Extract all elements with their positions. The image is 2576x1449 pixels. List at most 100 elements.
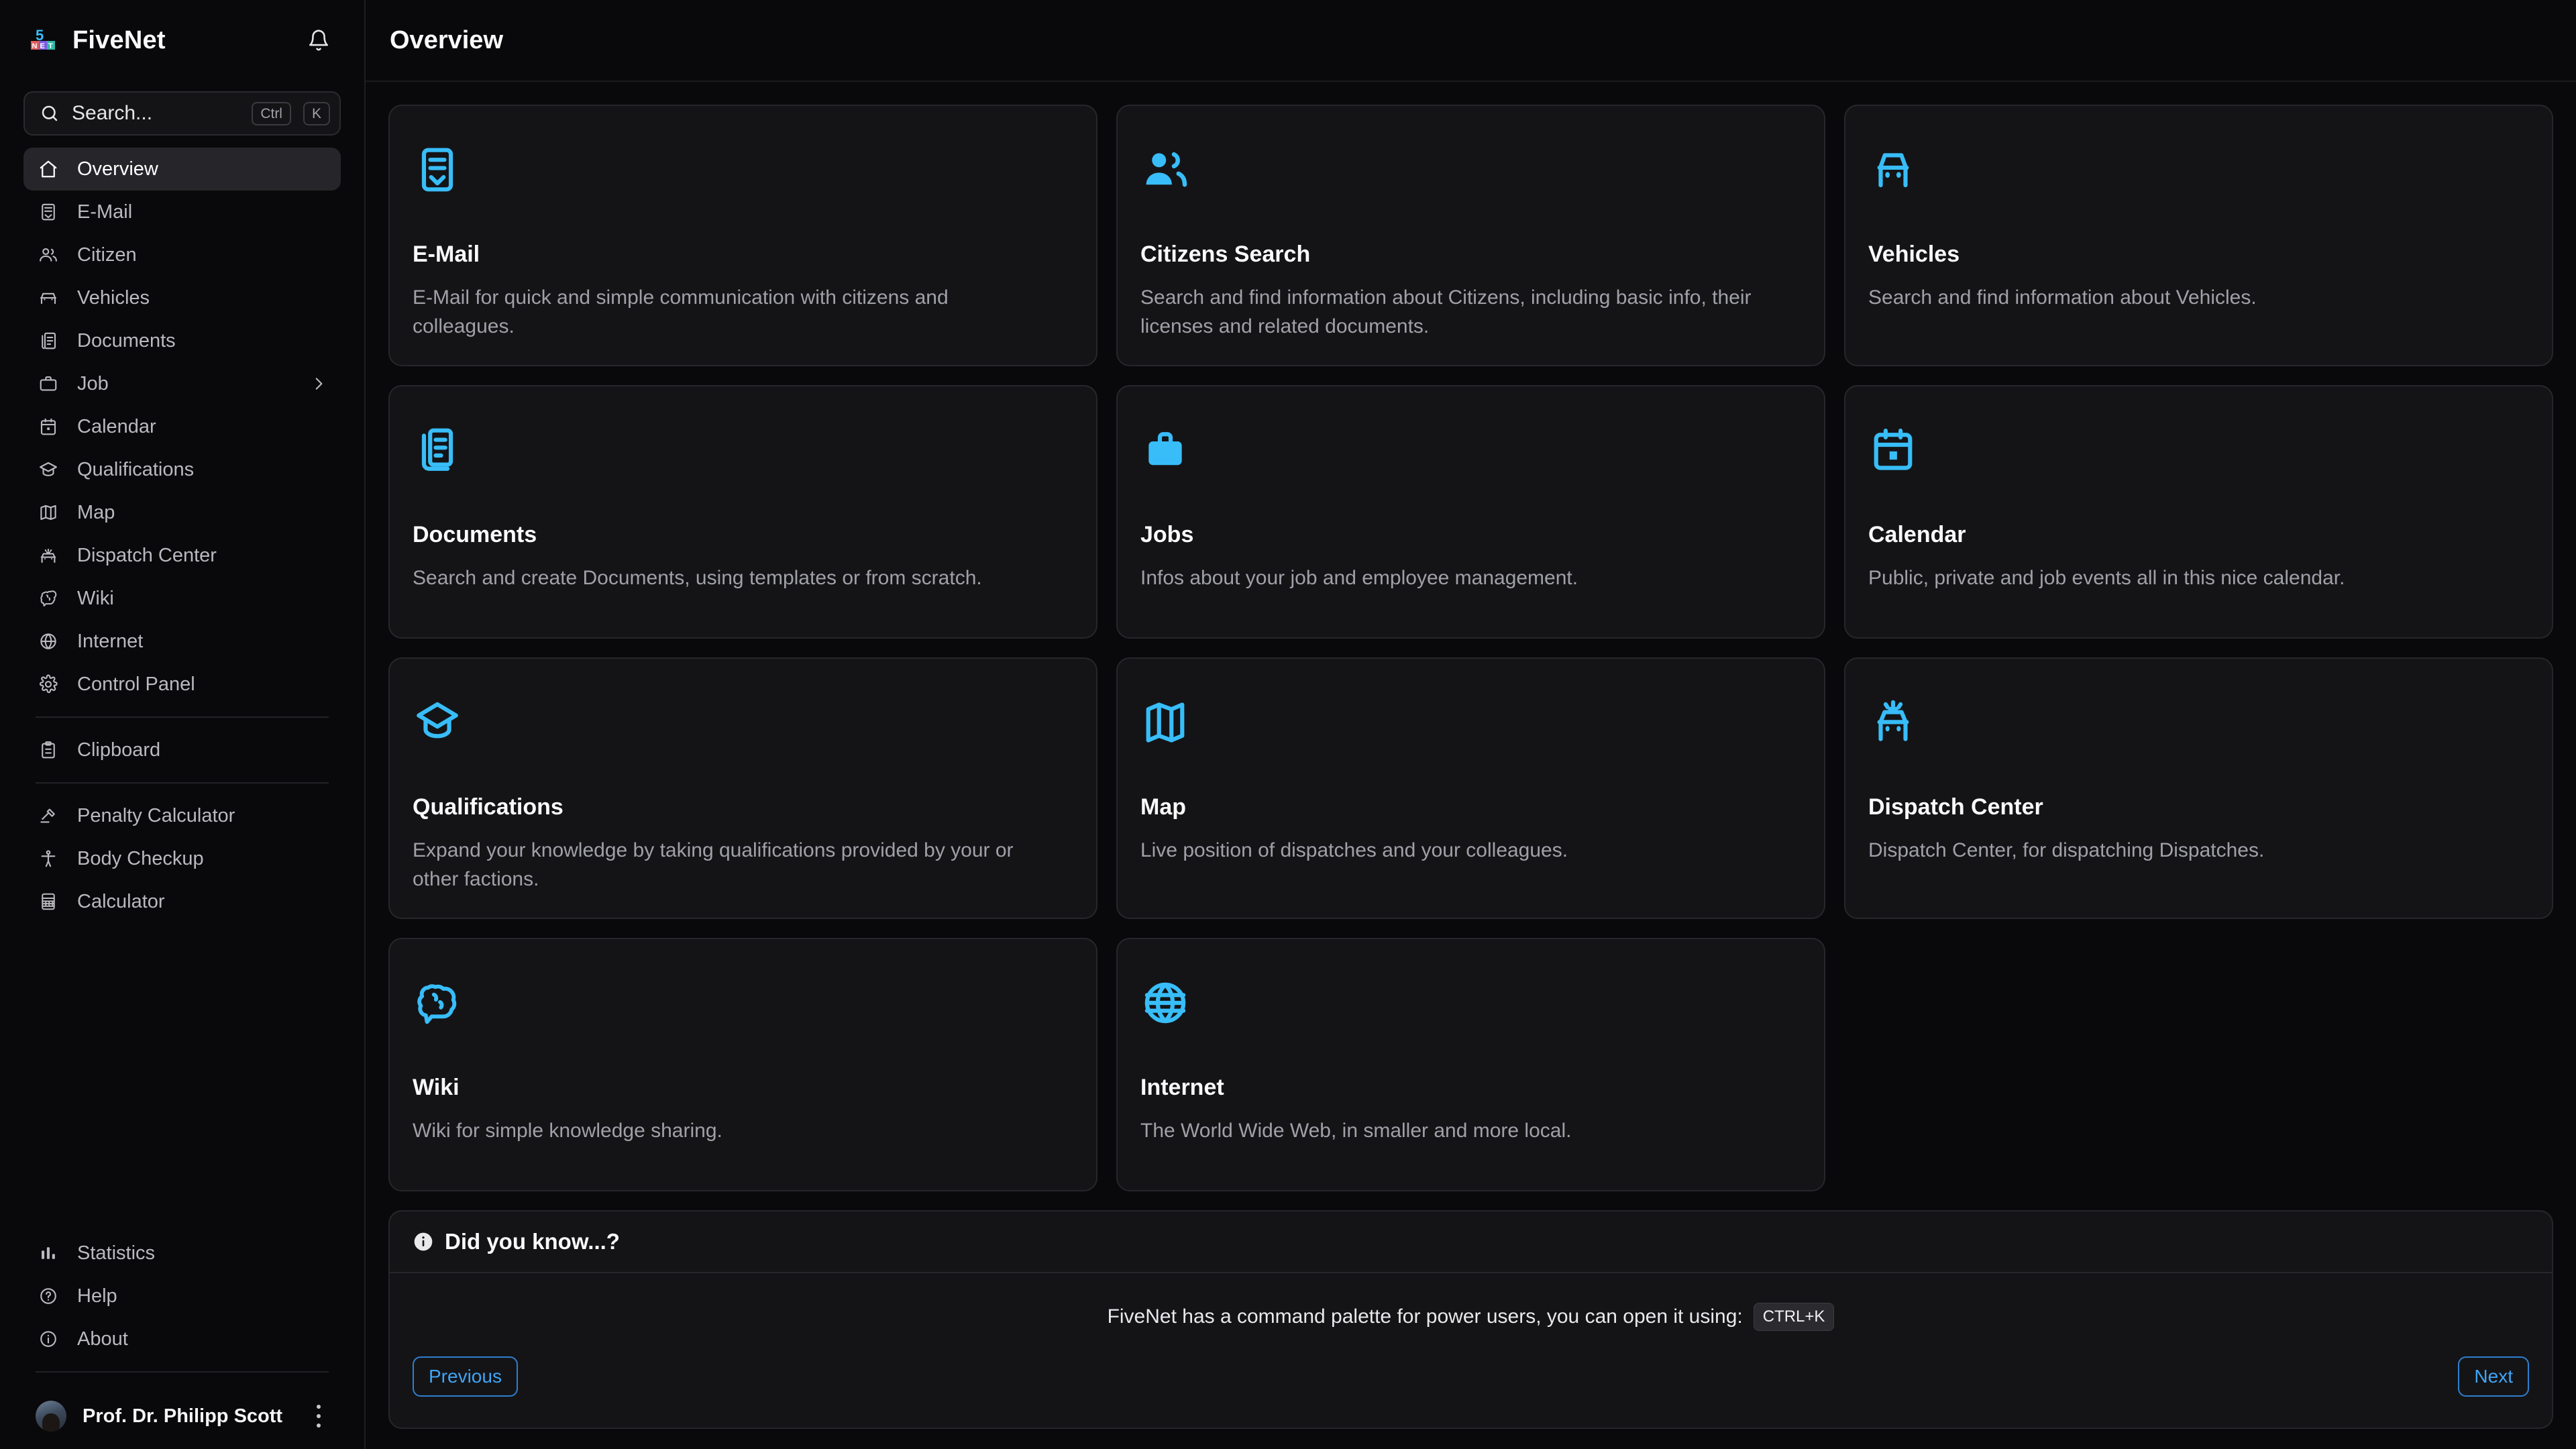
user-name: Prof. Dr. Philipp Scott: [83, 1405, 282, 1428]
home-icon: [36, 156, 61, 182]
sidebar-item-dispatch-center[interactable]: Dispatch Center: [23, 534, 341, 577]
chevron-right-icon[interactable]: [309, 374, 329, 394]
card-e-mail[interactable]: E-Mail E-Mail for quick and simple commu…: [388, 105, 1097, 366]
card-title: Map: [1140, 794, 1801, 820]
brain-icon: [413, 978, 462, 1028]
sidebar-item-help[interactable]: Help: [23, 1275, 341, 1318]
map-icon: [36, 500, 61, 525]
mail-icon: [36, 199, 61, 225]
sidebar-item-wiki[interactable]: Wiki: [23, 577, 341, 620]
sidebar-item-job[interactable]: Job: [23, 362, 341, 405]
user-profile[interactable]: Prof. Dr. Philipp Scott: [0, 1383, 364, 1449]
sidebar-item-label: Help: [77, 1285, 117, 1307]
sidebar-item-statistics[interactable]: Statistics: [23, 1232, 341, 1275]
sidebar-divider-3: [36, 1371, 329, 1373]
overview-content: E-Mail E-Mail for quick and simple commu…: [366, 82, 2576, 1429]
sidebar-item-label: Statistics: [77, 1242, 155, 1265]
sidebar-item-calendar[interactable]: Calendar: [23, 405, 341, 448]
sidebar-item-vehicles[interactable]: Vehicles: [23, 276, 341, 319]
card-description: Live position of dispatches and your col…: [1140, 837, 1775, 865]
body-icon: [36, 846, 61, 871]
sidebar-divider-2: [36, 782, 329, 784]
mail-icon: [413, 145, 462, 195]
car-icon: [1868, 145, 1918, 195]
sidebar-item-label: About: [77, 1328, 128, 1350]
card-citizens-search[interactable]: Citizens Search Search and find informat…: [1116, 105, 1825, 366]
card-jobs[interactable]: Jobs Infos about your job and employee m…: [1116, 385, 1825, 639]
page-header: Overview: [366, 0, 2576, 82]
sidebar-item-label: Wiki: [77, 588, 114, 610]
sidebar-divider-1: [36, 716, 329, 718]
card-title: Calendar: [1868, 522, 2529, 548]
card-title: Dispatch Center: [1868, 794, 2529, 820]
did-you-know-title: Did you know...?: [445, 1229, 620, 1254]
briefcase-icon: [1140, 425, 1190, 475]
sidebar-item-label: Clipboard: [77, 739, 160, 761]
svg-text:T: T: [48, 42, 53, 50]
sidebar-item-label: E-Mail: [77, 201, 132, 223]
sidebar-nav-tools: Penalty Calculator Body Checkup Calculat…: [0, 794, 364, 923]
sidebar-nav-clipboard: Clipboard: [0, 729, 364, 771]
sidebar-item-calculator[interactable]: Calculator: [23, 880, 341, 923]
svg-text:E: E: [40, 42, 45, 50]
sidebar-item-overview[interactable]: Overview: [23, 148, 341, 191]
sidebar-item-qualifications[interactable]: Qualifications: [23, 448, 341, 491]
sidebar-item-penalty-calculator[interactable]: Penalty Calculator: [23, 794, 341, 837]
map-icon: [1140, 698, 1190, 747]
sidebar-item-e-mail[interactable]: E-Mail: [23, 191, 341, 233]
card-dispatch-center[interactable]: Dispatch Center Dispatch Center, for dis…: [1844, 657, 2553, 919]
card-vehicles[interactable]: Vehicles Search and find information abo…: [1844, 105, 2553, 366]
sidebar-nav-primary: Overview E-Mail Citizen Vehicles: [0, 148, 364, 706]
sidebar-item-control-panel[interactable]: Control Panel: [23, 663, 341, 706]
card-title: Jobs: [1140, 522, 1801, 548]
next-button[interactable]: Next: [2458, 1356, 2529, 1397]
did-you-know-header: Did you know...?: [390, 1212, 2552, 1273]
car-icon: [36, 285, 61, 311]
users-icon: [36, 242, 61, 268]
card-documents[interactable]: Documents Search and create Documents, u…: [388, 385, 1097, 639]
search-icon: [40, 103, 60, 123]
module-card-grid: E-Mail E-Mail for quick and simple commu…: [388, 105, 2553, 1191]
card-qualifications[interactable]: Qualifications Expand your knowledge by …: [388, 657, 1097, 919]
card-description: Public, private and job events all in th…: [1868, 564, 2503, 593]
avatar: [36, 1401, 66, 1432]
documents-icon: [36, 328, 61, 354]
card-title: Documents: [413, 522, 1073, 548]
globe-icon: [1140, 978, 1190, 1028]
card-description: Wiki for simple knowledge sharing.: [413, 1117, 1047, 1146]
graduation-cap-icon: [413, 698, 462, 747]
sidebar-item-internet[interactable]: Internet: [23, 620, 341, 663]
sidebar-item-citizen[interactable]: Citizen: [23, 233, 341, 276]
search-kbd-ctrl: Ctrl: [252, 102, 291, 125]
sidebar-item-label: Control Panel: [77, 674, 195, 696]
card-internet[interactable]: Internet The World Wide Web, in smaller …: [1116, 938, 1825, 1191]
sidebar-item-label: Penalty Calculator: [77, 805, 235, 827]
tip-shortcut-kbd: CTRL+K: [1754, 1303, 1835, 1331]
card-description: The World Wide Web, in smaller and more …: [1140, 1117, 1775, 1146]
sidebar-item-documents[interactable]: Documents: [23, 319, 341, 362]
card-title: E-Mail: [413, 241, 1073, 268]
sidebar-item-label: Map: [77, 502, 115, 524]
card-calendar[interactable]: Calendar Public, private and job events …: [1844, 385, 2553, 639]
search-input[interactable]: Search... Ctrl K: [23, 91, 341, 136]
sidebar-item-label: Qualifications: [77, 459, 194, 481]
sidebar-item-label: Calendar: [77, 416, 156, 438]
card-wiki[interactable]: Wiki Wiki for simple knowledge sharing.: [388, 938, 1097, 1191]
bell-icon[interactable]: [301, 23, 336, 58]
calendar-icon: [1868, 425, 1918, 475]
documents-icon: [413, 425, 462, 475]
kebab-menu-icon[interactable]: [309, 1405, 329, 1428]
previous-button[interactable]: Previous: [413, 1356, 518, 1397]
sidebar-item-label: Dispatch Center: [77, 545, 217, 567]
sidebar-item-clipboard[interactable]: Clipboard: [23, 729, 341, 771]
sidebar-item-map[interactable]: Map: [23, 491, 341, 534]
card-title: Qualifications: [413, 794, 1073, 820]
sidebar-item-label: Internet: [77, 631, 143, 653]
gear-icon: [36, 672, 61, 697]
sidebar-item-label: Documents: [77, 330, 176, 352]
gavel-icon: [36, 803, 61, 828]
sidebar-item-body-checkup[interactable]: Body Checkup: [23, 837, 341, 880]
card-title: Internet: [1140, 1075, 1801, 1101]
card-map[interactable]: Map Live position of dispatches and your…: [1116, 657, 1825, 919]
sidebar-item-about[interactable]: About: [23, 1318, 341, 1360]
